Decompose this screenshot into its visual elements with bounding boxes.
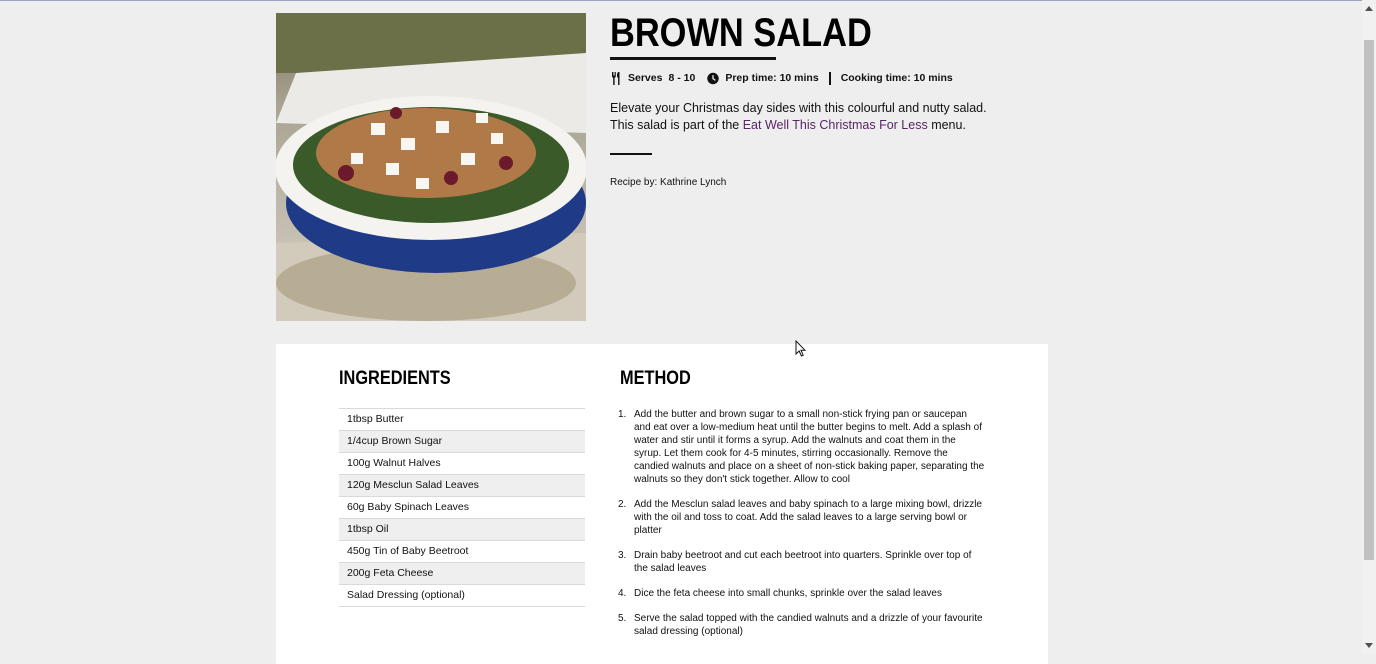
ingredient-item: 120g Mesclun Salad Leaves (339, 475, 585, 497)
recipe-meta: Serves 8 - 10 Prep time: 10 mins Cooking… (610, 70, 953, 86)
method-step: 5. Serve the salad topped with the candie… (615, 612, 985, 638)
method-step: 2. Add the Mesclun salad leaves and baby … (615, 498, 985, 537)
serves-value: 8 - 10 (668, 72, 696, 84)
method-title: METHOD (620, 368, 691, 389)
meta-separator (828, 71, 831, 85)
recipe-intro: Elevate your Christmas day sides with th… (610, 100, 1010, 134)
step-number: 4. (618, 588, 627, 599)
intro-text-end: menu. (927, 118, 966, 132)
salad-photo (276, 13, 586, 321)
method-step: 4. Dice the feta cheese into small chunks… (615, 587, 985, 600)
ingredients-title: INGREDIENTS (339, 368, 451, 389)
method-step: 3. Drain baby beetroot and cut each beetr… (615, 549, 985, 575)
step-number: 3. (618, 550, 627, 561)
step-text: Serve the salad topped with the candied … (634, 613, 983, 637)
clock-icon (707, 71, 720, 85)
vertical-scrollbar[interactable] (1362, 0, 1376, 654)
method-step: 1. Add the butter and brown sugar to a sm… (615, 408, 985, 486)
ingredient-item: 1tbsp Butter (339, 409, 585, 431)
recipe-byline: Recipe by: Kathrine Lynch (610, 177, 727, 188)
ingredients-list: 1tbsp Butter 1/4cup Brown Sugar 100g Wal… (339, 408, 585, 607)
scroll-down-arrow-icon[interactable] (1362, 637, 1376, 654)
step-text: Drain baby beetroot and cut each beetroo… (634, 550, 972, 574)
ingredient-item: Salad Dressing (optional) (339, 585, 585, 607)
menu-link[interactable]: Eat Well This Christmas For Less (743, 118, 928, 132)
step-number: 5. (618, 613, 627, 624)
ingredient-item: 60g Baby Spinach Leaves (339, 497, 585, 519)
salad-bowl-illustration (276, 13, 586, 321)
ingredient-item: 450g Tin of Baby Beetroot (339, 541, 585, 563)
recipe-card: INGREDIENTS 1tbsp Butter 1/4cup Brown Su… (276, 344, 1048, 664)
fork-knife-icon (610, 71, 622, 85)
recipe-title: BROWN SALAD (610, 11, 872, 55)
top-border (0, 0, 1362, 1)
divider (610, 153, 652, 155)
ingredient-item: 1tbsp Oil (339, 519, 585, 541)
title-underline (610, 57, 776, 60)
step-text: Add the butter and brown sugar to a smal… (634, 409, 985, 485)
prep-time: Prep time: 10 mins (725, 72, 819, 84)
scrollbar-thumb[interactable] (1364, 40, 1374, 560)
step-number: 2. (618, 499, 627, 510)
ingredient-item: 100g Walnut Halves (339, 453, 585, 475)
ingredient-item: 200g Feta Cheese (339, 563, 585, 585)
cooking-time: Cooking time: 10 mins (840, 72, 953, 84)
step-number: 1. (618, 409, 627, 420)
ingredient-item: 1/4cup Brown Sugar (339, 431, 585, 453)
scroll-up-arrow-icon[interactable] (1362, 0, 1376, 17)
step-text: Add the Mesclun salad leaves and baby sp… (634, 499, 982, 536)
step-text: Dice the feta cheese into small chunks, … (634, 588, 942, 599)
mouse-cursor-icon (795, 339, 807, 362)
method-list: 1. Add the butter and brown sugar to a sm… (615, 408, 985, 650)
serves-label: Serves (628, 72, 663, 84)
